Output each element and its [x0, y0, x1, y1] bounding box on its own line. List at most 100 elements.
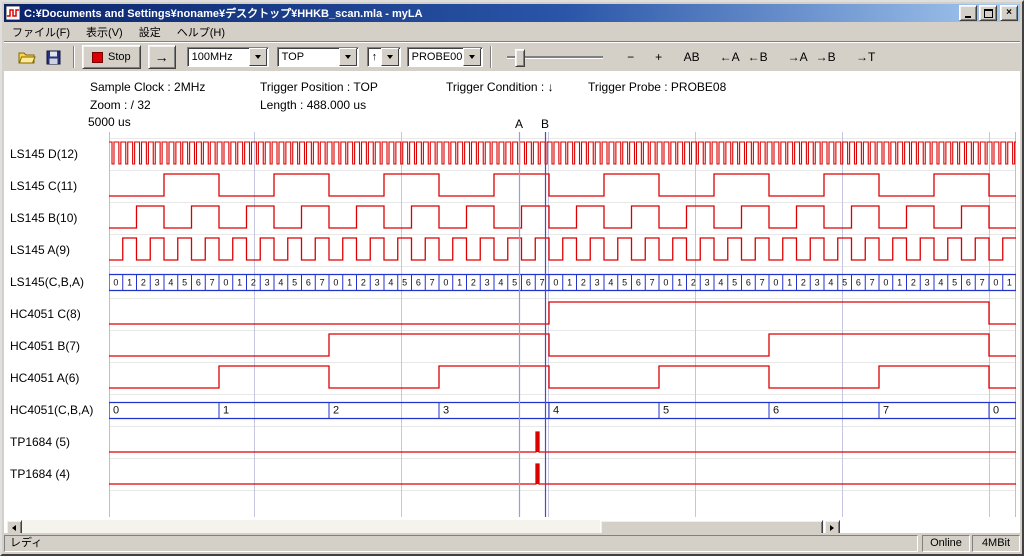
svg-text:6: 6: [416, 278, 421, 288]
svg-text:3: 3: [925, 278, 930, 288]
save-file-button[interactable]: [40, 46, 66, 68]
toolbar-separator: [73, 46, 75, 68]
svg-text:1: 1: [223, 405, 229, 417]
svg-text:2: 2: [251, 278, 256, 288]
svg-text:4: 4: [828, 278, 833, 288]
goto-trigger-button[interactable]: →T: [852, 47, 880, 67]
cursor-b-label[interactable]: B: [541, 117, 549, 131]
channel-label: HC4051 C(8): [10, 298, 81, 330]
svg-text:1: 1: [567, 278, 572, 288]
goto-cursor-a-right-button[interactable]: →A: [784, 47, 812, 67]
app-window: C:¥Documents and Settings¥noname¥デスクトップ¥…: [0, 0, 1024, 556]
svg-text:3: 3: [155, 278, 160, 288]
svg-text:4: 4: [388, 278, 393, 288]
window-title: C:¥Documents and Settings¥noname¥デスクトップ¥…: [24, 5, 957, 21]
channel-label: LS145(C,B,A): [10, 266, 84, 298]
svg-text:7: 7: [430, 278, 435, 288]
svg-text:6: 6: [196, 278, 201, 288]
svg-text:7: 7: [883, 405, 889, 417]
svg-text:2: 2: [911, 278, 916, 288]
waveform-canvas[interactable]: 0123456701234567012345670123456701234567…: [109, 132, 1016, 522]
sample-clock-select[interactable]: 100MHz: [187, 47, 269, 67]
svg-text:3: 3: [595, 278, 600, 288]
maximize-icon: [984, 9, 993, 18]
svg-text:5: 5: [402, 278, 407, 288]
svg-text:0: 0: [113, 278, 118, 288]
zoom-info: Zoom : / 32: [90, 98, 151, 112]
svg-text:1: 1: [457, 278, 462, 288]
svg-text:0: 0: [773, 278, 778, 288]
svg-text:2: 2: [581, 278, 586, 288]
menu-settings[interactable]: 設定: [131, 22, 169, 42]
svg-text:4: 4: [608, 278, 613, 288]
slider-thumb[interactable]: [515, 49, 525, 67]
svg-text:3: 3: [815, 278, 820, 288]
channel-label: LS145 A(9): [10, 234, 70, 266]
ab-button[interactable]: AB: [678, 47, 706, 67]
trigger-probe-select[interactable]: PROBE00: [407, 47, 483, 67]
svg-text:4: 4: [938, 278, 943, 288]
title-bar: C:¥Documents and Settings¥noname¥デスクトップ¥…: [4, 4, 1020, 22]
status-message: レディ: [4, 535, 918, 552]
zoom-in-button[interactable]: +: [645, 47, 673, 67]
timeline-start-label: 5000 us: [88, 115, 131, 129]
channel-label-column: LS145 D(12)LS145 C(11)LS145 B(10)LS145 A…: [10, 132, 108, 522]
svg-text:1: 1: [677, 278, 682, 288]
svg-text:2: 2: [691, 278, 696, 288]
trigger-condition-info: Trigger Condition : ↓: [446, 80, 554, 94]
svg-text:6: 6: [773, 405, 779, 417]
svg-text:7: 7: [980, 278, 985, 288]
svg-text:0: 0: [333, 278, 338, 288]
channel-label: TP1684 (4): [10, 458, 70, 490]
goto-cursor-b-right-button[interactable]: →B: [812, 47, 840, 67]
svg-text:4: 4: [278, 278, 283, 288]
trigger-probe-info: Trigger Probe : PROBE08: [588, 80, 726, 94]
svg-text:5: 5: [512, 278, 517, 288]
trigger-edge-value: ↑: [368, 51, 381, 63]
close-button[interactable]: ×: [1000, 5, 1018, 21]
trigger-position-value: TOP: [278, 51, 339, 63]
svg-text:0: 0: [553, 278, 558, 288]
arrow-left-icon: [12, 525, 16, 531]
goto-cursor-b-left-button[interactable]: ←B: [744, 47, 772, 67]
chevron-down-icon[interactable]: [381, 48, 399, 66]
goto-cursor-a-left-button[interactable]: ←A: [716, 47, 744, 67]
zoom-slider[interactable]: [505, 46, 605, 68]
svg-text:3: 3: [265, 278, 270, 288]
channel-label: TP1684 (5): [10, 426, 70, 458]
status-memory: 4MBit: [972, 535, 1020, 552]
svg-text:3: 3: [705, 278, 710, 288]
status-bar: レディ Online 4MBit: [4, 533, 1020, 552]
trigger-position-select[interactable]: TOP: [277, 47, 359, 67]
open-file-button[interactable]: [14, 46, 40, 68]
trigger-probe-value: PROBE00: [408, 51, 463, 63]
sample-clock-info: Sample Clock : 2MHz: [90, 80, 205, 94]
svg-text:7: 7: [760, 278, 765, 288]
svg-text:0: 0: [223, 278, 228, 288]
zoom-out-button[interactable]: −: [617, 47, 645, 67]
open-folder-icon: [18, 50, 36, 64]
menu-view[interactable]: 表示(V): [78, 22, 131, 42]
chevron-down-icon[interactable]: [249, 48, 267, 66]
stop-button[interactable]: Stop: [82, 45, 141, 69]
svg-text:2: 2: [141, 278, 146, 288]
minimize-button[interactable]: [959, 5, 977, 21]
svg-text:6: 6: [526, 278, 531, 288]
svg-text:0: 0: [113, 405, 119, 417]
channel-label: HC4051 A(6): [10, 362, 79, 394]
svg-text:7: 7: [320, 278, 325, 288]
svg-text:5: 5: [622, 278, 627, 288]
channel-label: HC4051 B(7): [10, 330, 80, 362]
trigger-edge-select[interactable]: ↑: [367, 47, 401, 67]
maximize-button[interactable]: [979, 5, 997, 21]
channel-label: LS145 D(12): [10, 138, 78, 170]
chevron-down-icon[interactable]: [339, 48, 357, 66]
menu-file[interactable]: ファイル(F): [4, 22, 78, 42]
svg-text:3: 3: [375, 278, 380, 288]
svg-text:0: 0: [443, 278, 448, 288]
run-button[interactable]: →: [148, 45, 176, 69]
chevron-down-icon[interactable]: [463, 48, 481, 66]
cursor-a-label[interactable]: A: [515, 117, 523, 131]
status-online: Online: [922, 535, 970, 552]
menu-help[interactable]: ヘルプ(H): [169, 22, 233, 42]
